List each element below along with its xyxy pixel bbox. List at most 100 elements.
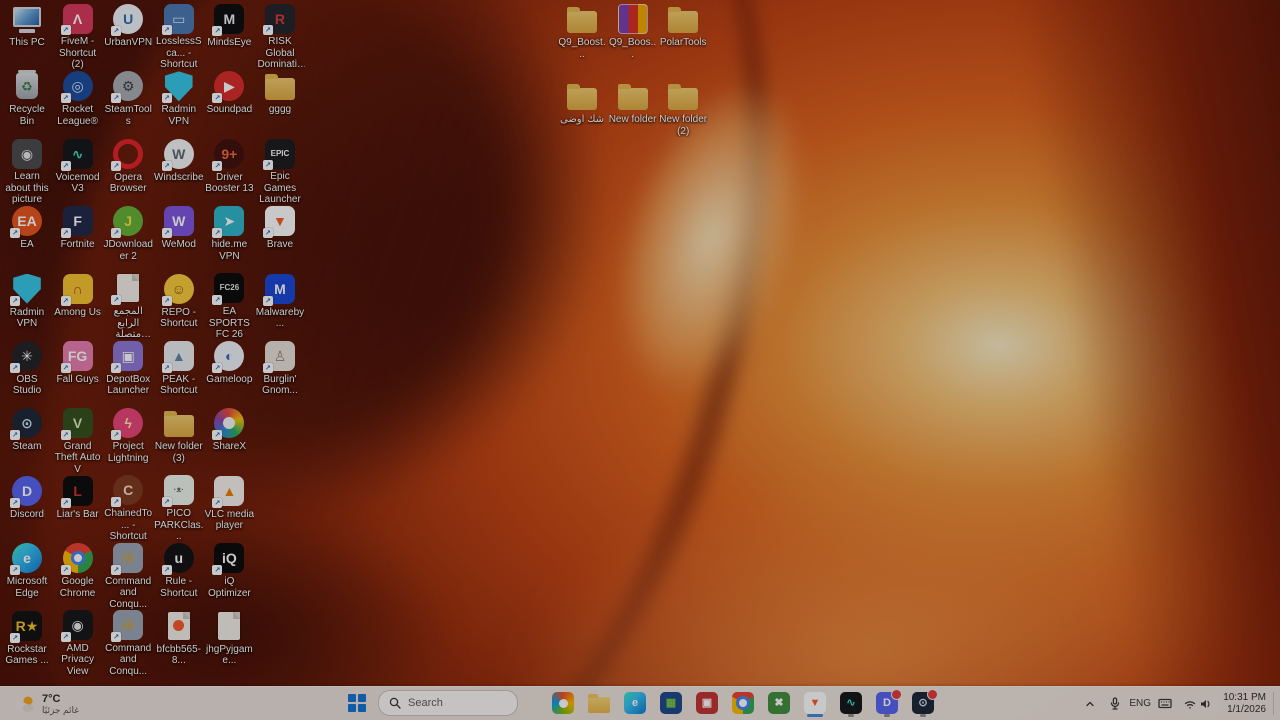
desktop-icon[interactable]: D Discord (2, 475, 52, 542)
desktop-icon[interactable]: J JDownloader 2 (103, 205, 153, 272)
desktop-icon[interactable]: ⊙ Steam (2, 407, 52, 474)
desktop-icon[interactable]: ⚙ SteamTools (103, 70, 153, 137)
desktop-icon[interactable]: ☺ REPO - Shortcut (154, 273, 204, 340)
desktop-icon[interactable]: u Rule - Shortcut (154, 542, 204, 609)
shortcut-arrow-icon (111, 564, 122, 575)
taskbar-xbox[interactable]: ✖ (764, 688, 794, 718)
desktop-icon[interactable]: Q9_Boost... (557, 3, 607, 80)
desktop-icon[interactable]: ▼ Brave (255, 205, 305, 272)
taskbar-steam[interactable]: ⊙ (908, 688, 938, 718)
desktop-icon[interactable]: F Fortnite (53, 205, 103, 272)
desktop-icon[interactable]: PolarTools (658, 3, 708, 80)
desktop-icon[interactable]: ✠ Command and Conqu... (103, 610, 153, 677)
notification-badge (891, 689, 902, 700)
desktop-icon[interactable]: Opera Browser (103, 138, 153, 205)
desktop-icon[interactable]: Λ FiveM - Shortcut (2) (53, 3, 103, 70)
taskbar-chrome[interactable] (728, 688, 758, 718)
desktop-icon[interactable]: iQ iQ Optimizer (204, 542, 254, 609)
desktop-icon[interactable]: New folder (3) (154, 407, 204, 474)
desktop-icon[interactable]: ▭ LosslessSca... - Shortcut (154, 3, 204, 70)
desktop-icon[interactable]: ▲ VLC media player (204, 475, 254, 542)
widgets-button[interactable]: 7°C غائم جزئيًا (6, 689, 85, 718)
desktop-icon[interactable]: ♙ Burglin' Gnom... (255, 340, 305, 407)
desktop-icon[interactable]: L Liar's Bar (53, 475, 103, 542)
desktop-icon[interactable]: ♻ Recycle Bin (2, 70, 52, 137)
windows-logo-icon (348, 694, 366, 712)
desktop-icon[interactable]: bfcbb565-8... (154, 610, 204, 677)
desktop-icon[interactable]: ϟ Project Lightning (103, 407, 153, 474)
shortcut-arrow-icon (111, 295, 122, 306)
desktop-icon-label: VLC media player (204, 508, 255, 532)
shortcut-arrow-icon (161, 160, 172, 171)
desktop-icon[interactable]: 9+ Driver Booster 13 (204, 138, 254, 205)
desktop-icon[interactable]: New folder (608, 80, 658, 157)
desktop-icon-label: iQ Optimizer (207, 576, 251, 599)
taskbar-brave[interactable]: ▼ (800, 688, 830, 718)
desktop-icon[interactable]: M MindsEye (204, 3, 254, 70)
language-indicator[interactable]: ENG (1128, 691, 1152, 717)
microphone-tray-button[interactable] (1103, 691, 1127, 717)
taskbar-file-explorer[interactable] (584, 688, 614, 718)
desktop-icon[interactable]: V Grand Theft Auto V (53, 407, 103, 475)
desktop-icon[interactable]: New folder (2) (658, 80, 708, 157)
desktop-icon[interactable]: ✳ OBS Studio (2, 340, 52, 407)
desktop-icon[interactable]: FG Fall Guys (53, 340, 103, 407)
desktop-icon[interactable]: ✠ Command and Conqu... (103, 542, 153, 610)
taskbar-copilot[interactable] (548, 688, 578, 718)
desktop-icon[interactable]: W Windscribe (154, 138, 204, 205)
taskbar-voicemod[interactable]: ∿ (836, 688, 866, 718)
desktop-icon[interactable]: M Malwareby... (255, 273, 305, 340)
taskbar-discord[interactable]: D (872, 688, 902, 718)
desktop-icon[interactable]: W WeMod (154, 205, 204, 272)
desktop-icon[interactable]: ShareX (204, 407, 254, 474)
start-button[interactable] (342, 688, 372, 718)
taskbar-edge[interactable]: e (620, 688, 650, 718)
desktop-icon-label: PolarTools (659, 37, 707, 48)
desktop-icon[interactable]: Q9_Boos... (608, 3, 658, 80)
touch-keyboard-button[interactable] (1153, 691, 1177, 717)
desktop-icon-label: Discord (10, 508, 44, 520)
desktop-icon[interactable]: gggg (255, 70, 305, 137)
desktop-icon[interactable]: Radmin VPN (2, 273, 52, 340)
desktop-icon[interactable]: This PC (2, 3, 52, 70)
desktop-icon[interactable]: C ChainedTo... - Shortcut (103, 475, 153, 542)
desktop-icon-label: Fortnite (60, 239, 95, 251)
desktop-icon[interactable]: ·ᴥ· PICO PARKClas... (154, 475, 204, 542)
desktop-icon-label: LosslessSca... - Shortcut (155, 36, 202, 71)
desktop-icon[interactable]: ◐ Gameloop (204, 340, 254, 407)
desktop-icon[interactable]: المجمع الرابع متصلة فاط... (103, 273, 153, 340)
desktop-icon-label: AMD Privacy View (61, 642, 94, 677)
desktop-icon[interactable]: jhgPyjgame... (204, 610, 254, 677)
taskbar-red-app[interactable]: ▣ (692, 688, 722, 718)
desktop-icon[interactable]: ▣ DepotBox Launcher (103, 340, 153, 407)
show-desktop-button[interactable] (1273, 691, 1278, 716)
desktop-icon[interactable]: ◎ Rocket League® (53, 70, 103, 137)
desktop-icon[interactable]: e Microsoft Edge (2, 542, 52, 609)
taskbar-photos-app[interactable]: ▦ (656, 688, 686, 718)
desktop-icon[interactable]: Radmin VPN (154, 70, 204, 137)
desktop-icon[interactable]: ▶ Soundpad (204, 70, 254, 137)
desktop-icon[interactable]: ∩ Among Us (53, 273, 103, 340)
desktop-icon-label: Driver Booster 13 (205, 171, 254, 195)
desktop-icon[interactable]: شك اوضى (557, 80, 607, 157)
desktop-icon-label: EA (20, 239, 34, 251)
chevron-up-icon (1086, 701, 1094, 706)
desktop-icon[interactable]: R RISK Global Domination (255, 3, 305, 70)
desktop-icon[interactable]: R★ Rockstar Games ... (2, 610, 52, 677)
desktop-icon[interactable]: ∿ Voicemod V3 (53, 138, 103, 205)
search-box[interactable]: Search (378, 690, 518, 716)
desktop-icon[interactable]: ◉ Learn about this picture (2, 138, 52, 205)
desktop-icon[interactable]: ➤ hide.me VPN (204, 205, 254, 272)
desktop-icon[interactable]: EA EA (2, 205, 52, 272)
desktop-icon[interactable]: FC26 EA SPORTS FC 26 (204, 273, 254, 340)
clock[interactable]: 10:31 PM 1/1/2026 (1217, 690, 1272, 717)
shortcut-arrow-icon (212, 228, 223, 239)
network-volume-button[interactable] (1178, 691, 1216, 717)
desktop-icon[interactable]: U UrbanVPN (103, 3, 153, 70)
desktop-icon[interactable]: ▲ PEAK - Shortcut (154, 340, 204, 407)
hidden-icons-button[interactable] (1078, 691, 1102, 717)
desktop-icon[interactable]: Google Chrome (53, 542, 103, 609)
desktop-icon[interactable]: EPIC Epic Games Launcher (255, 138, 305, 205)
desktop-icon[interactable]: ◉ AMD Privacy View (53, 610, 103, 677)
app-icon: ♻ (11, 70, 43, 102)
